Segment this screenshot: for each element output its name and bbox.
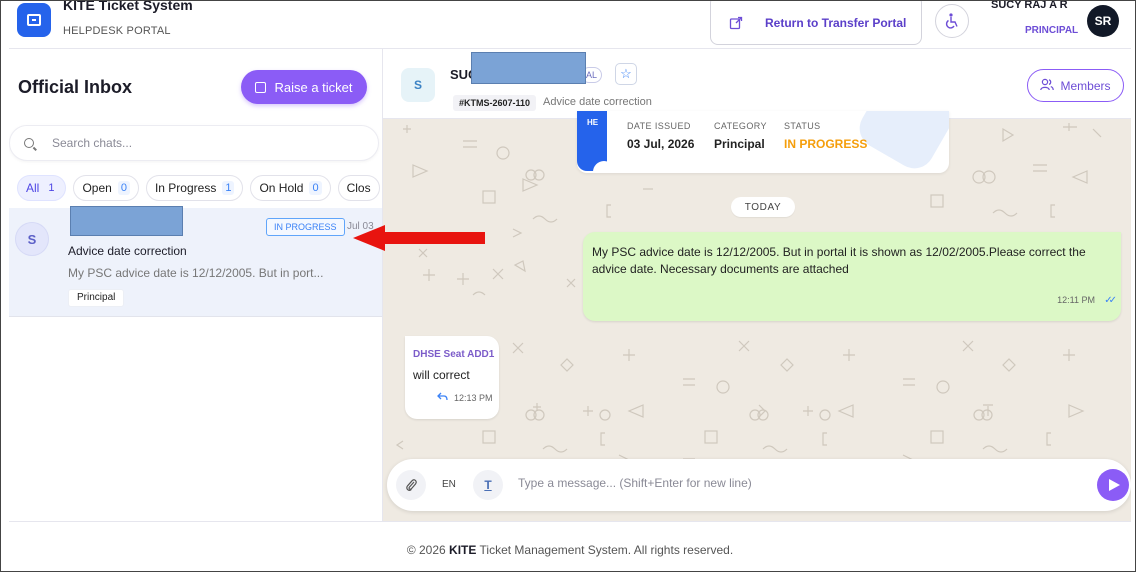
filter-open[interactable]: Open 0 — [73, 175, 139, 201]
info-status-value: IN PROGRESS — [784, 137, 868, 151]
inbox-panel: Official Inbox Raise a ticket All 1 Open 0 I… — [9, 49, 383, 521]
raise-ticket-label: Raise a ticket — [274, 79, 353, 95]
paperclip-icon[interactable] — [396, 470, 426, 500]
filter-closed[interactable]: Clos — [337, 175, 380, 201]
message-input[interactable] — [518, 476, 1078, 490]
send-icon — [1109, 479, 1120, 491]
page-footer: © 2026 KITE Ticket Management System. Al… — [9, 521, 1131, 571]
chat-header: S SUC AL ☆ #KTMS-2607-110 Advice date co… — [383, 49, 1131, 119]
message-text: will correct — [413, 368, 470, 382]
footer-prefix: © 2026 — [406, 543, 446, 557]
external-link-icon — [729, 16, 743, 30]
language-toggle[interactable]: EN — [442, 479, 456, 490]
info-date-col: DATE ISSUED 03 Jul, 2026 — [627, 121, 694, 151]
filter-count: 0 — [309, 181, 322, 195]
footer-suffix: Ticket Management System. All rights res… — [479, 543, 734, 557]
redacted-name-block — [70, 206, 183, 236]
ticket-info-card: HE DATE ISSUED 03 Jul, 2026 CATEGORY Pri… — [577, 111, 949, 173]
ticket-logo-icon — [17, 3, 51, 37]
message-sender: DHSE Seat ADD1 — [413, 349, 495, 360]
redacted-name-block — [471, 52, 586, 84]
app-title: KITE Ticket System — [63, 0, 193, 13]
members-button[interactable]: Members — [1027, 69, 1124, 102]
app-subtitle: HELPDESK PORTAL — [63, 25, 171, 37]
raise-ticket-button[interactable]: Raise a ticket — [241, 70, 367, 104]
user-name: SUCY RAJ A R — [991, 0, 1068, 11]
ticket-preview: My PSC advice date is 12/12/2005. But in… — [68, 266, 324, 280]
app-frame: KITE Ticket System HELPDESK PORTAL Retur… — [0, 0, 1136, 572]
message-time: 12:11 PM — [1057, 295, 1095, 305]
edit-square-icon — [255, 81, 267, 93]
message-text: My PSC advice date is 12/12/2005. But in… — [592, 245, 1086, 276]
reply-icon[interactable] — [437, 392, 448, 404]
filter-count: 0 — [117, 181, 130, 195]
filter-label: All — [26, 181, 40, 195]
members-label: Members — [1060, 78, 1111, 93]
ticket-avatar: S — [15, 222, 49, 256]
return-to-transfer-portal-button[interactable]: Return to Transfer Portal — [710, 1, 922, 45]
search-icon — [24, 138, 34, 148]
text-format-icon[interactable]: T — [473, 470, 503, 500]
send-button[interactable] — [1097, 469, 1129, 501]
info-date-label: DATE ISSUED — [627, 121, 691, 131]
accessibility-icon[interactable] — [935, 4, 969, 38]
chat-panel: S SUC AL ☆ #KTMS-2607-110 Advice date co… — [383, 49, 1131, 521]
double-check-icon: ✓✓ — [1104, 295, 1117, 306]
info-status-col: STATUS IN PROGRESS — [784, 121, 867, 151]
chat-subject: Advice date correction — [543, 96, 652, 108]
search-box — [9, 125, 379, 161]
filter-in-progress[interactable]: In Progress 1 — [145, 175, 244, 201]
outgoing-message: My PSC advice date is 12/12/2005. But in… — [583, 232, 1121, 321]
ticket-list-item[interactable]: S IN PROGRESS Jul 03 Advice date correct… — [9, 206, 382, 317]
info-stripe-text: HE — [587, 118, 599, 127]
return-button-label: Return to Transfer Portal — [765, 16, 907, 30]
users-icon — [1040, 78, 1055, 94]
info-date-value: 03 Jul, 2026 — [627, 137, 695, 151]
filter-label: Clos — [346, 181, 371, 195]
search-input[interactable] — [52, 136, 352, 150]
chat-avatar: S — [401, 68, 435, 102]
info-card-dot — [593, 161, 615, 173]
filter-count: 1 — [48, 182, 55, 194]
status-badge: IN PROGRESS — [266, 218, 345, 236]
filter-label: Open — [82, 181, 112, 195]
filter-all[interactable]: All 1 — [17, 175, 67, 201]
filter-on-hold[interactable]: On Hold 0 — [250, 175, 331, 201]
inbox-title: Official Inbox — [18, 77, 133, 97]
ticket-category-tag: Principal — [68, 289, 125, 307]
message-time: 12:13 PM — [454, 393, 493, 403]
red-arrow-annotation — [353, 225, 485, 251]
user-avatar[interactable]: SR — [1087, 5, 1119, 37]
info-category-label: CATEGORY — [714, 121, 767, 131]
footer-brand: KITE — [449, 543, 477, 557]
filter-label: In Progress — [154, 181, 217, 195]
ticket-id-badge: #KTMS-2607-110 — [453, 95, 537, 111]
filter-count: 1 — [222, 181, 235, 195]
filter-label: On Hold — [259, 181, 304, 195]
status-filters: All 1 Open 0 In Progress 1 On Hold 0 Clos — [17, 175, 382, 201]
top-header: KITE Ticket System HELPDESK PORTAL Retur… — [9, 1, 1131, 49]
message-composer: EN T — [387, 459, 1131, 511]
date-divider: TODAY — [731, 197, 795, 217]
incoming-message: DHSE Seat ADD1 will correct 12:13 PM — [405, 336, 499, 419]
info-category-col: CATEGORY Principal — [714, 121, 767, 151]
user-role: PRINCIPAL — [1025, 25, 1079, 36]
ticket-subject: Advice date correction — [68, 244, 187, 258]
info-status-label: STATUS — [784, 121, 821, 131]
info-category-value: Principal — [714, 137, 765, 151]
star-icon[interactable]: ☆ — [615, 63, 637, 85]
